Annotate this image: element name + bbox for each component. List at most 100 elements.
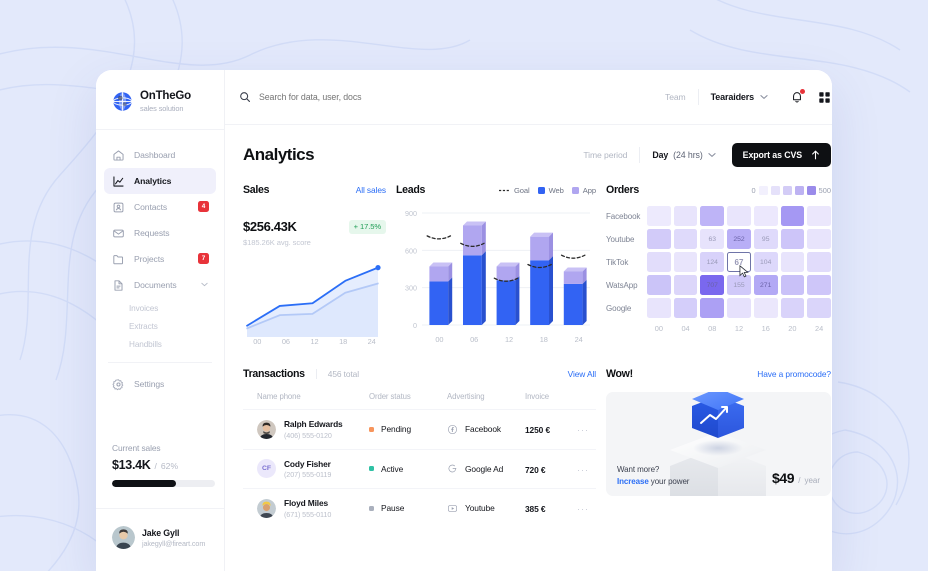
heatmap-cell[interactable]: 95 [753, 229, 778, 249]
heatmap-cell[interactable] [753, 206, 778, 226]
view-all-link[interactable]: View All [568, 369, 596, 379]
heatmap-cell[interactable]: 252 [727, 229, 751, 249]
sidebar-item-analytics[interactable]: Analytics [104, 168, 216, 195]
promo-banner[interactable]: Want more? Increase your power $49 / yea… [606, 392, 831, 496]
top-bar: Team Tearaiders [225, 70, 832, 125]
sidebar-subitem-handbills[interactable]: Handbills [96, 336, 224, 354]
sidebar-item-settings[interactable]: Settings [104, 371, 216, 397]
axis-tick: 00 [654, 324, 663, 333]
heatmap-cell[interactable] [727, 298, 751, 318]
table-row[interactable]: CF Cody Fisher (207) 555-0119 Active Google … [243, 448, 596, 489]
heatmap-cell[interactable] [780, 275, 805, 295]
heatmap-cell[interactable]: 67 [727, 252, 751, 278]
heatmap-cell[interactable] [780, 252, 805, 272]
heatmap-cell[interactable] [780, 206, 805, 226]
heatmap-cell[interactable] [647, 275, 671, 295]
status-dot [369, 426, 374, 432]
heatmap-cell[interactable] [673, 206, 698, 226]
heatmap-cell[interactable] [673, 252, 698, 272]
heatmap-cell[interactable] [807, 206, 831, 226]
axis-tick: 20 [788, 324, 797, 333]
page-header: Analytics Time period Day (24 hrs) Expor… [225, 125, 832, 167]
heatmap-cell[interactable]: 271 [753, 275, 778, 295]
notifications-button[interactable] [790, 89, 805, 104]
team-selector-name[interactable]: Tearaiders [711, 92, 755, 102]
row-menu-button[interactable]: ··· [577, 488, 596, 528]
sidebar-subitem-invoices[interactable]: Invoices [96, 300, 224, 318]
more-options-icon[interactable]: ··· [577, 504, 589, 514]
leads-bar-chart[interactable]: 900 600 300 0 [396, 207, 596, 335]
invoice-amount: 1250 € [525, 425, 551, 436]
sidebar-user[interactable]: Jake Gyll jakegyll@fireart.com [112, 526, 205, 549]
search-box[interactable] [239, 91, 665, 103]
sidebar-item-label: Documents [134, 280, 177, 291]
promo-increase-link[interactable]: Increase [617, 477, 649, 486]
heatmap-cell[interactable]: 124 [700, 252, 725, 272]
heatmap-cell[interactable] [727, 206, 751, 226]
heatmap-cell[interactable] [807, 229, 831, 249]
heatmap-cell[interactable] [807, 252, 831, 272]
more-options-icon[interactable]: ··· [577, 465, 589, 475]
more-options-icon[interactable]: ··· [577, 425, 589, 435]
heatmap-cell[interactable] [700, 298, 725, 318]
sidebar: OnTheGo sales solution Dashboard Analyti… [96, 70, 225, 571]
heatmap-cell[interactable]: 155 [727, 275, 751, 295]
row-menu-button[interactable]: ··· [577, 409, 596, 449]
brand[interactable]: OnTheGo sales solution [96, 70, 224, 113]
sidebar-item-label: Dashboard [134, 150, 176, 161]
heatmap-cell[interactable] [647, 252, 671, 272]
heatmap-cell[interactable] [807, 298, 831, 318]
sales-change-badge: + 17.5% [348, 219, 386, 234]
all-sales-link[interactable]: All sales [356, 185, 386, 195]
google-icon [448, 464, 457, 473]
column-header [243, 392, 257, 410]
legend-item-goal[interactable]: Goal [498, 186, 530, 195]
table-row[interactable]: Ralph Edwards (406) 555-0120 Pending Facebo… [243, 409, 596, 449]
chevron-down-icon [708, 153, 716, 157]
promo-price-amount: $49 [772, 470, 795, 486]
heatmap-cell[interactable]: 104 [753, 252, 778, 272]
heatmap-cell[interactable]: 707 [700, 275, 725, 295]
heatmap-cell[interactable] [673, 298, 698, 318]
heatmap-cell[interactable] [780, 298, 805, 318]
heatmap-cell[interactable] [807, 275, 831, 295]
sidebar-item-documents[interactable]: Documents [104, 272, 216, 298]
sidebar-item-contacts[interactable]: Contacts 4 [104, 194, 216, 220]
home-icon [113, 150, 124, 161]
sidebar-item-projects[interactable]: Projects 7 [104, 246, 216, 272]
sales-line-chart[interactable] [243, 255, 386, 337]
heatmap-cell[interactable]: 63 [700, 229, 725, 249]
column-header [577, 392, 596, 410]
apps-grid-button[interactable] [818, 91, 831, 104]
sidebar-item-requests[interactable]: Requests [104, 220, 216, 246]
export-csv-button[interactable]: Export as CVS [731, 143, 831, 167]
row-menu-button[interactable]: ··· [577, 448, 596, 489]
transactions-card: Transactions 456 total View All Name pho… [243, 368, 596, 528]
time-period-selector[interactable]: Day (24 hrs) [652, 150, 716, 160]
transactions-count: 456 total [315, 369, 359, 379]
legend-item-app[interactable]: App [571, 186, 596, 195]
charts-row: Sales All sales $256.43K + 17.5% $185.26… [225, 167, 832, 346]
search-input[interactable] [259, 92, 519, 102]
heatmap-cell[interactable] [780, 229, 805, 249]
promocode-link[interactable]: Have a promocode? [757, 369, 831, 379]
heatmap-cell[interactable] [647, 298, 671, 318]
sidebar-subitem-extracts[interactable]: Extracts [96, 318, 224, 336]
cell-order-status: Pending [369, 409, 447, 449]
globe-icon [112, 92, 133, 111]
current-sales-progress-track [112, 480, 215, 487]
heatmap-cell[interactable] [673, 275, 698, 295]
heatmap-cell[interactable] [647, 206, 671, 226]
orders-heatmap[interactable]: Facebook Youtube 63 252 95 TikTok 124 67 104 Wats… [606, 206, 831, 318]
cell-name-phone: CF Cody Fisher (207) 555-0119 [257, 448, 369, 489]
facebook-icon [447, 424, 458, 434]
heatmap-cell[interactable] [673, 229, 698, 249]
legend-item-web[interactable]: Web [537, 186, 564, 195]
heatmap-cell[interactable] [647, 229, 671, 249]
sidebar-item-dashboard[interactable]: Dashboard [104, 142, 216, 168]
heatmap-cell[interactable] [753, 298, 778, 318]
chevron-down-icon[interactable] [760, 94, 768, 100]
table-row[interactable]: Floyd Miles (671) 555-0110 Pause Youtube 385… [243, 488, 596, 528]
folder-icon [113, 254, 124, 264]
heatmap-cell[interactable] [700, 206, 725, 226]
